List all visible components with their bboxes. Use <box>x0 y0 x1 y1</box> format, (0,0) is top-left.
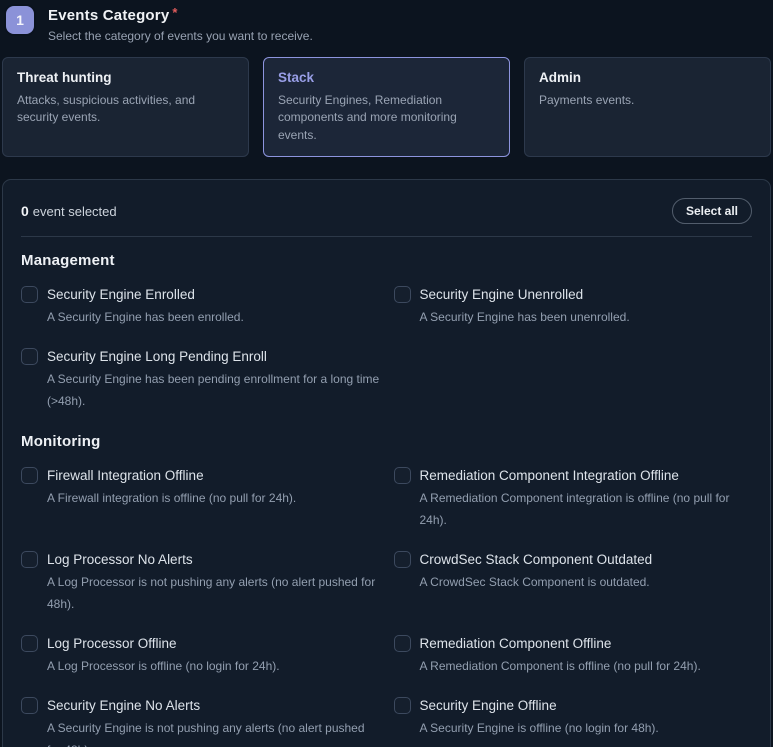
event-checkbox[interactable] <box>21 348 38 365</box>
event-text: Log Processor Offline A Log Processor is… <box>47 635 280 677</box>
section-heading-monitoring: Monitoring <box>21 433 752 450</box>
event-description: A Security Engine is not pushing any ale… <box>47 717 380 747</box>
event-checkbox[interactable] <box>21 286 38 303</box>
event-item: Security Engine Offline A Security Engin… <box>394 697 753 747</box>
event-description: A Security Engine has been pending enrol… <box>47 368 380 412</box>
event-title: Remediation Component Integration Offlin… <box>420 467 753 484</box>
divider <box>21 236 752 237</box>
page-title-text: Events Category <box>48 7 169 24</box>
selection-count-label: event selected <box>33 204 117 219</box>
event-item: Security Engine No Alerts A Security Eng… <box>21 697 380 747</box>
category-description: Payments events. <box>539 92 756 109</box>
event-checkbox[interactable] <box>394 635 411 652</box>
event-description: A Remediation Component is offline (no p… <box>420 655 701 677</box>
required-marker: * <box>172 5 177 20</box>
event-text: Remediation Component Integration Offlin… <box>420 467 753 531</box>
event-title: CrowdSec Stack Component Outdated <box>420 551 653 568</box>
event-title: Security Engine No Alerts <box>47 697 380 714</box>
event-item: Firewall Integration Offline A Firewall … <box>21 467 380 531</box>
event-item: Log Processor No Alerts A Log Processor … <box>21 551 380 615</box>
selection-count-value: 0 <box>21 203 29 219</box>
category-title: Threat hunting <box>17 70 234 85</box>
category-card[interactable]: Threat hunting Attacks, suspicious activ… <box>2 57 249 157</box>
event-checkbox[interactable] <box>394 467 411 484</box>
event-description: A CrowdSec Stack Component is outdated. <box>420 571 653 593</box>
event-description: A Remediation Component integration is o… <box>420 487 753 531</box>
event-title: Security Engine Long Pending Enroll <box>47 348 380 365</box>
event-item: Security Engine Enrolled A Security Engi… <box>21 286 380 328</box>
step-header: 1 Events Category* Select the category o… <box>2 2 771 51</box>
step-number-badge: 1 <box>6 6 34 34</box>
page-subtitle: Select the category of events you want t… <box>48 29 313 43</box>
category-title: Stack <box>278 70 495 85</box>
event-checkbox[interactable] <box>394 286 411 303</box>
category-card[interactable]: Stack Security Engines, Remediation comp… <box>263 57 510 157</box>
event-title: Log Processor Offline <box>47 635 280 652</box>
event-description: A Security Engine has been enrolled. <box>47 306 244 328</box>
event-title: Log Processor No Alerts <box>47 551 380 568</box>
event-item: CrowdSec Stack Component Outdated A Crow… <box>394 551 753 615</box>
category-description: Attacks, suspicious activities, and secu… <box>17 92 234 127</box>
event-text: Security Engine No Alerts A Security Eng… <box>47 697 380 747</box>
event-text: Security Engine Offline A Security Engin… <box>420 697 659 739</box>
event-checkbox[interactable] <box>21 551 38 568</box>
event-text: Security Engine Unenrolled A Security En… <box>420 286 630 328</box>
events-panel: 0 event selected Select all Management Se… <box>2 179 771 747</box>
step-titles: Events Category* Select the category of … <box>48 4 313 43</box>
event-text: CrowdSec Stack Component Outdated A Crow… <box>420 551 653 593</box>
event-grid: Firewall Integration Offline A Firewall … <box>21 467 752 747</box>
event-text: Security Engine Long Pending Enroll A Se… <box>47 348 380 412</box>
event-title: Firewall Integration Offline <box>47 467 296 484</box>
category-description: Security Engines, Remediation components… <box>278 92 495 144</box>
category-title: Admin <box>539 70 756 85</box>
events-category-page: 1 Events Category* Select the category o… <box>0 0 773 747</box>
event-item: Security Engine Long Pending Enroll A Se… <box>21 348 380 412</box>
event-grid: Security Engine Enrolled A Security Engi… <box>21 286 752 412</box>
event-text: Remediation Component Offline A Remediat… <box>420 635 701 677</box>
category-card[interactable]: Admin Payments events. <box>524 57 771 157</box>
event-title: Security Engine Enrolled <box>47 286 244 303</box>
event-item: Remediation Component Offline A Remediat… <box>394 635 753 677</box>
event-text: Log Processor No Alerts A Log Processor … <box>47 551 380 615</box>
selection-count-text: 0 event selected <box>21 203 117 219</box>
event-item: Log Processor Offline A Log Processor is… <box>21 635 380 677</box>
event-title: Security Engine Offline <box>420 697 659 714</box>
select-all-button[interactable]: Select all <box>672 198 752 224</box>
event-text: Security Engine Enrolled A Security Engi… <box>47 286 244 328</box>
event-text: Firewall Integration Offline A Firewall … <box>47 467 296 509</box>
event-title: Security Engine Unenrolled <box>420 286 630 303</box>
page-title: Events Category* <box>48 5 313 25</box>
event-item: Security Engine Unenrolled A Security En… <box>394 286 753 328</box>
section-heading-management: Management <box>21 252 752 269</box>
event-item: Remediation Component Integration Offlin… <box>394 467 753 531</box>
event-checkbox[interactable] <box>21 467 38 484</box>
event-description: A Log Processor is not pushing any alert… <box>47 571 380 615</box>
event-description: A Firewall integration is offline (no pu… <box>47 487 296 509</box>
event-checkbox[interactable] <box>21 697 38 714</box>
event-checkbox[interactable] <box>21 635 38 652</box>
event-title: Remediation Component Offline <box>420 635 701 652</box>
category-cards: Threat hunting Attacks, suspicious activ… <box>2 57 771 157</box>
selection-bar: 0 event selected Select all <box>21 194 752 224</box>
event-description: A Log Processor is offline (no login for… <box>47 655 280 677</box>
event-checkbox[interactable] <box>394 551 411 568</box>
event-description: A Security Engine is offline (no login f… <box>420 717 659 739</box>
event-checkbox[interactable] <box>394 697 411 714</box>
event-description: A Security Engine has been unenrolled. <box>420 306 630 328</box>
